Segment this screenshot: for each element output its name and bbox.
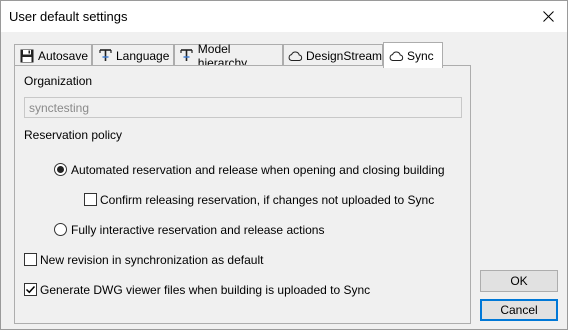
tab-label: DesignStream bbox=[306, 48, 383, 63]
tab-label: Sync bbox=[407, 48, 434, 63]
tab-language[interactable]: Language bbox=[92, 44, 174, 66]
generate-dwg-checkbox[interactable] bbox=[24, 283, 37, 296]
floppy-disk-icon bbox=[19, 48, 35, 64]
interactive-reservation-label: Fully interactive reservation and releas… bbox=[71, 223, 325, 237]
checkmark-icon bbox=[25, 285, 36, 294]
language-icon bbox=[97, 48, 113, 64]
tab-sync[interactable]: Sync bbox=[383, 42, 443, 68]
tab-autosave[interactable]: Autosave bbox=[14, 44, 92, 66]
interactive-reservation-radio[interactable] bbox=[54, 223, 67, 236]
sync-panel: Organization synctesting Reservation pol… bbox=[14, 65, 471, 324]
cloud-icon bbox=[288, 48, 303, 64]
tab-designstream[interactable]: DesignStream bbox=[283, 44, 383, 66]
tab-label: Language bbox=[116, 48, 170, 63]
new-revision-checkbox[interactable] bbox=[24, 253, 37, 266]
confirm-release-label: Confirm releasing reservation, if change… bbox=[100, 193, 435, 207]
dialog-title: User default settings bbox=[9, 9, 128, 24]
settings-dialog: User default settings Autosave Language … bbox=[0, 0, 568, 330]
tab-label: Autosave bbox=[38, 48, 89, 63]
organization-field[interactable]: synctesting bbox=[24, 97, 462, 118]
reservation-policy-label: Reservation policy bbox=[24, 128, 123, 142]
hierarchy-icon bbox=[179, 48, 195, 64]
ok-button[interactable]: OK bbox=[480, 270, 558, 292]
cloud-icon bbox=[388, 48, 404, 64]
confirm-release-checkbox[interactable] bbox=[84, 193, 97, 206]
close-icon[interactable] bbox=[537, 5, 559, 27]
title-bar: User default settings bbox=[1, 1, 567, 32]
automated-reservation-radio[interactable] bbox=[54, 163, 67, 176]
new-revision-label: New revision in synchronization as defau… bbox=[40, 253, 264, 267]
organization-label: Organization bbox=[24, 74, 93, 88]
tab-model-hierarchy[interactable]: Model hierarchy bbox=[174, 42, 283, 70]
automated-reservation-label: Automated reservation and release when o… bbox=[71, 163, 445, 177]
cancel-button[interactable]: Cancel bbox=[480, 299, 558, 321]
generate-dwg-label: Generate DWG viewer files when building … bbox=[40, 283, 371, 297]
